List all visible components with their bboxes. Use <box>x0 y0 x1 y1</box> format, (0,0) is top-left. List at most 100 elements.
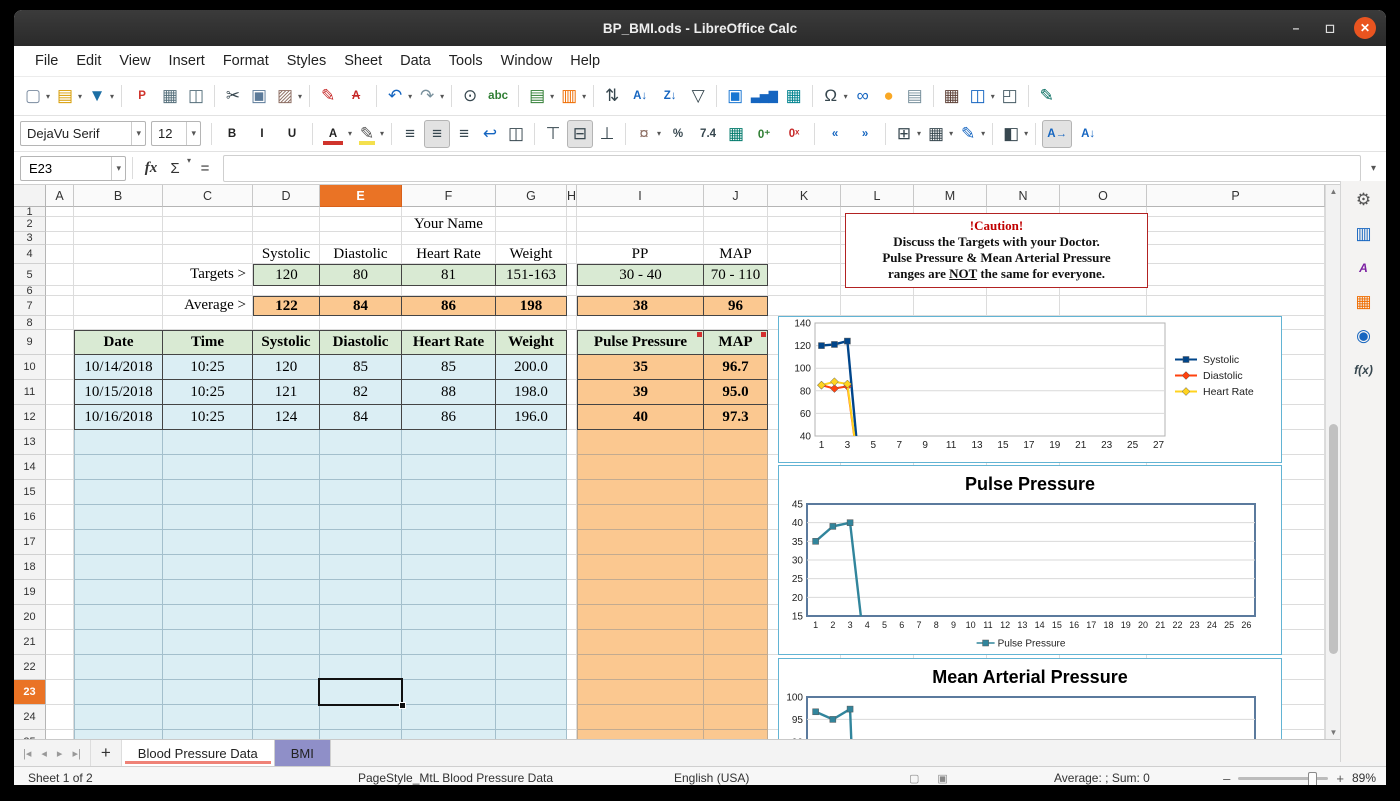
cell-H15[interactable] <box>567 480 577 505</box>
cell-B12[interactable]: 10/16/2018 <box>74 405 163 430</box>
cell-F15[interactable] <box>402 480 496 505</box>
cell-H20[interactable] <box>567 605 577 630</box>
insert-pivot-table-icon[interactable]: ▦ <box>782 83 806 109</box>
zoom-out-button[interactable]: – <box>1223 771 1230 786</box>
cell-F3[interactable] <box>402 232 496 245</box>
cell-H14[interactable] <box>567 455 577 480</box>
format-currency-icon[interactable]: ¤ <box>632 121 656 147</box>
cell-A5[interactable] <box>46 264 74 286</box>
row-header-15[interactable]: 15 <box>14 480 46 505</box>
cell-C20[interactable] <box>163 605 253 630</box>
cell-D23[interactable] <box>253 680 320 705</box>
insert-image-icon[interactable]: ▣ <box>723 83 747 109</box>
cell-B18[interactable] <box>74 555 163 580</box>
menu-sheet[interactable]: Sheet <box>335 50 391 72</box>
autofilter-icon[interactable]: ▽ <box>686 83 710 109</box>
cell-H8[interactable] <box>567 316 577 330</box>
col-header-G[interactable]: G <box>496 185 567 207</box>
cell-B20[interactable] <box>74 605 163 630</box>
cell-B1[interactable] <box>74 207 163 217</box>
cell-E11[interactable]: 82 <box>320 380 402 405</box>
highlighting-color-dropdown-icon[interactable]: ▾ <box>380 129 384 138</box>
scroll-down-icon[interactable]: ▼ <box>1326 728 1341 737</box>
borders-icon[interactable]: ⊞ <box>892 121 916 147</box>
font-color-dropdown-icon[interactable]: ▾ <box>348 129 352 138</box>
cell-I10[interactable]: 35 <box>577 355 704 380</box>
column-icon[interactable]: ▥ <box>557 83 581 109</box>
cell-A25[interactable] <box>46 730 74 739</box>
cell-C9[interactable]: Time <box>163 330 253 355</box>
border-color-dropdown-icon[interactable]: ▾ <box>981 129 985 138</box>
cell-A10[interactable] <box>46 355 74 380</box>
navigator-deck-icon[interactable]: ◉ <box>1347 321 1381 351</box>
cell-C19[interactable] <box>163 580 253 605</box>
cell-E24[interactable] <box>320 705 402 730</box>
cell-C3[interactable] <box>163 232 253 245</box>
col-header-N[interactable]: N <box>987 185 1060 207</box>
cell-H11[interactable] <box>567 380 577 405</box>
cell-A19[interactable] <box>46 580 74 605</box>
cell-J20[interactable] <box>704 605 768 630</box>
cell-C12[interactable]: 10:25 <box>163 405 253 430</box>
select-all-corner[interactable] <box>14 185 46 207</box>
cell-J5[interactable]: 70 - 110 <box>704 264 768 286</box>
cell-C17[interactable] <box>163 530 253 555</box>
cell-A14[interactable] <box>46 455 74 480</box>
freeze-rows-columns-icon[interactable]: ◫ <box>966 83 990 109</box>
save-icon[interactable]: ▼ <box>85 83 109 109</box>
cell-D8[interactable] <box>253 316 320 330</box>
text-direction-top-to-bottom-icon[interactable]: A↓ <box>1074 121 1102 147</box>
cell-D13[interactable] <box>253 430 320 455</box>
font-name-dropdown-icon[interactable]: ▾ <box>131 122 145 145</box>
cell-G22[interactable] <box>496 655 567 680</box>
insert-hyperlink-icon[interactable]: ∞ <box>851 83 875 109</box>
cell-I18[interactable] <box>577 555 704 580</box>
cell-D17[interactable] <box>253 530 320 555</box>
font-name-combo[interactable]: DejaVu Serif▾ <box>20 121 146 146</box>
cell-D25[interactable] <box>253 730 320 739</box>
add-sheet-button[interactable]: + <box>90 740 122 766</box>
menu-help[interactable]: Help <box>561 50 609 72</box>
cell-H1[interactable] <box>567 207 577 217</box>
cell-P6[interactable] <box>1147 286 1325 296</box>
zoom-level-label[interactable]: 89% <box>1352 771 1376 785</box>
cell-D18[interactable] <box>253 555 320 580</box>
format-number-icon[interactable]: 7.4 <box>694 121 722 147</box>
styles-deck-icon[interactable]: A <box>1347 253 1381 283</box>
cell-J14[interactable] <box>704 455 768 480</box>
cell-G21[interactable] <box>496 630 567 655</box>
insert-special-character-dropdown-icon[interactable]: ▾ <box>844 92 848 101</box>
cell-F17[interactable] <box>402 530 496 555</box>
cell-G12[interactable]: 196.0 <box>496 405 567 430</box>
cell-E16[interactable] <box>320 505 402 530</box>
cell-I22[interactable] <box>577 655 704 680</box>
font-color-icon[interactable]: A <box>319 121 347 147</box>
cell-G2[interactable] <box>496 217 567 232</box>
cell-J23[interactable] <box>704 680 768 705</box>
cell-E8[interactable] <box>320 316 402 330</box>
scroll-up-icon[interactable]: ▲ <box>1326 187 1341 196</box>
cell-J9[interactable]: MAP <box>704 330 768 355</box>
font-size-combo[interactable]: 12▾ <box>151 121 201 146</box>
row-header-3[interactable]: 3 <box>14 232 46 245</box>
cell-G16[interactable] <box>496 505 567 530</box>
align-left-icon[interactable]: ≡ <box>398 121 422 147</box>
gallery-deck-icon[interactable]: ▦ <box>1347 287 1381 317</box>
align-top-icon[interactable]: ⊤ <box>541 121 565 147</box>
cell-F10[interactable]: 85 <box>402 355 496 380</box>
cell-H9[interactable] <box>567 330 577 355</box>
zoom-slider[interactable] <box>1238 777 1328 780</box>
cell-A13[interactable] <box>46 430 74 455</box>
cell-E15[interactable] <box>320 480 402 505</box>
cell-F13[interactable] <box>402 430 496 455</box>
zoom-in-button[interactable]: + <box>1336 771 1344 786</box>
row-header-9[interactable]: 9 <box>14 330 46 355</box>
undo-icon[interactable]: ↶ <box>383 83 407 109</box>
zoom-slider-thumb[interactable] <box>1308 772 1317 786</box>
cell-B7[interactable] <box>74 296 163 316</box>
italic-icon[interactable]: I <box>248 121 276 147</box>
col-header-J[interactable]: J <box>704 185 768 207</box>
cell-D22[interactable] <box>253 655 320 680</box>
cell-D12[interactable]: 124 <box>253 405 320 430</box>
cell-G7[interactable]: 198 <box>496 296 567 316</box>
